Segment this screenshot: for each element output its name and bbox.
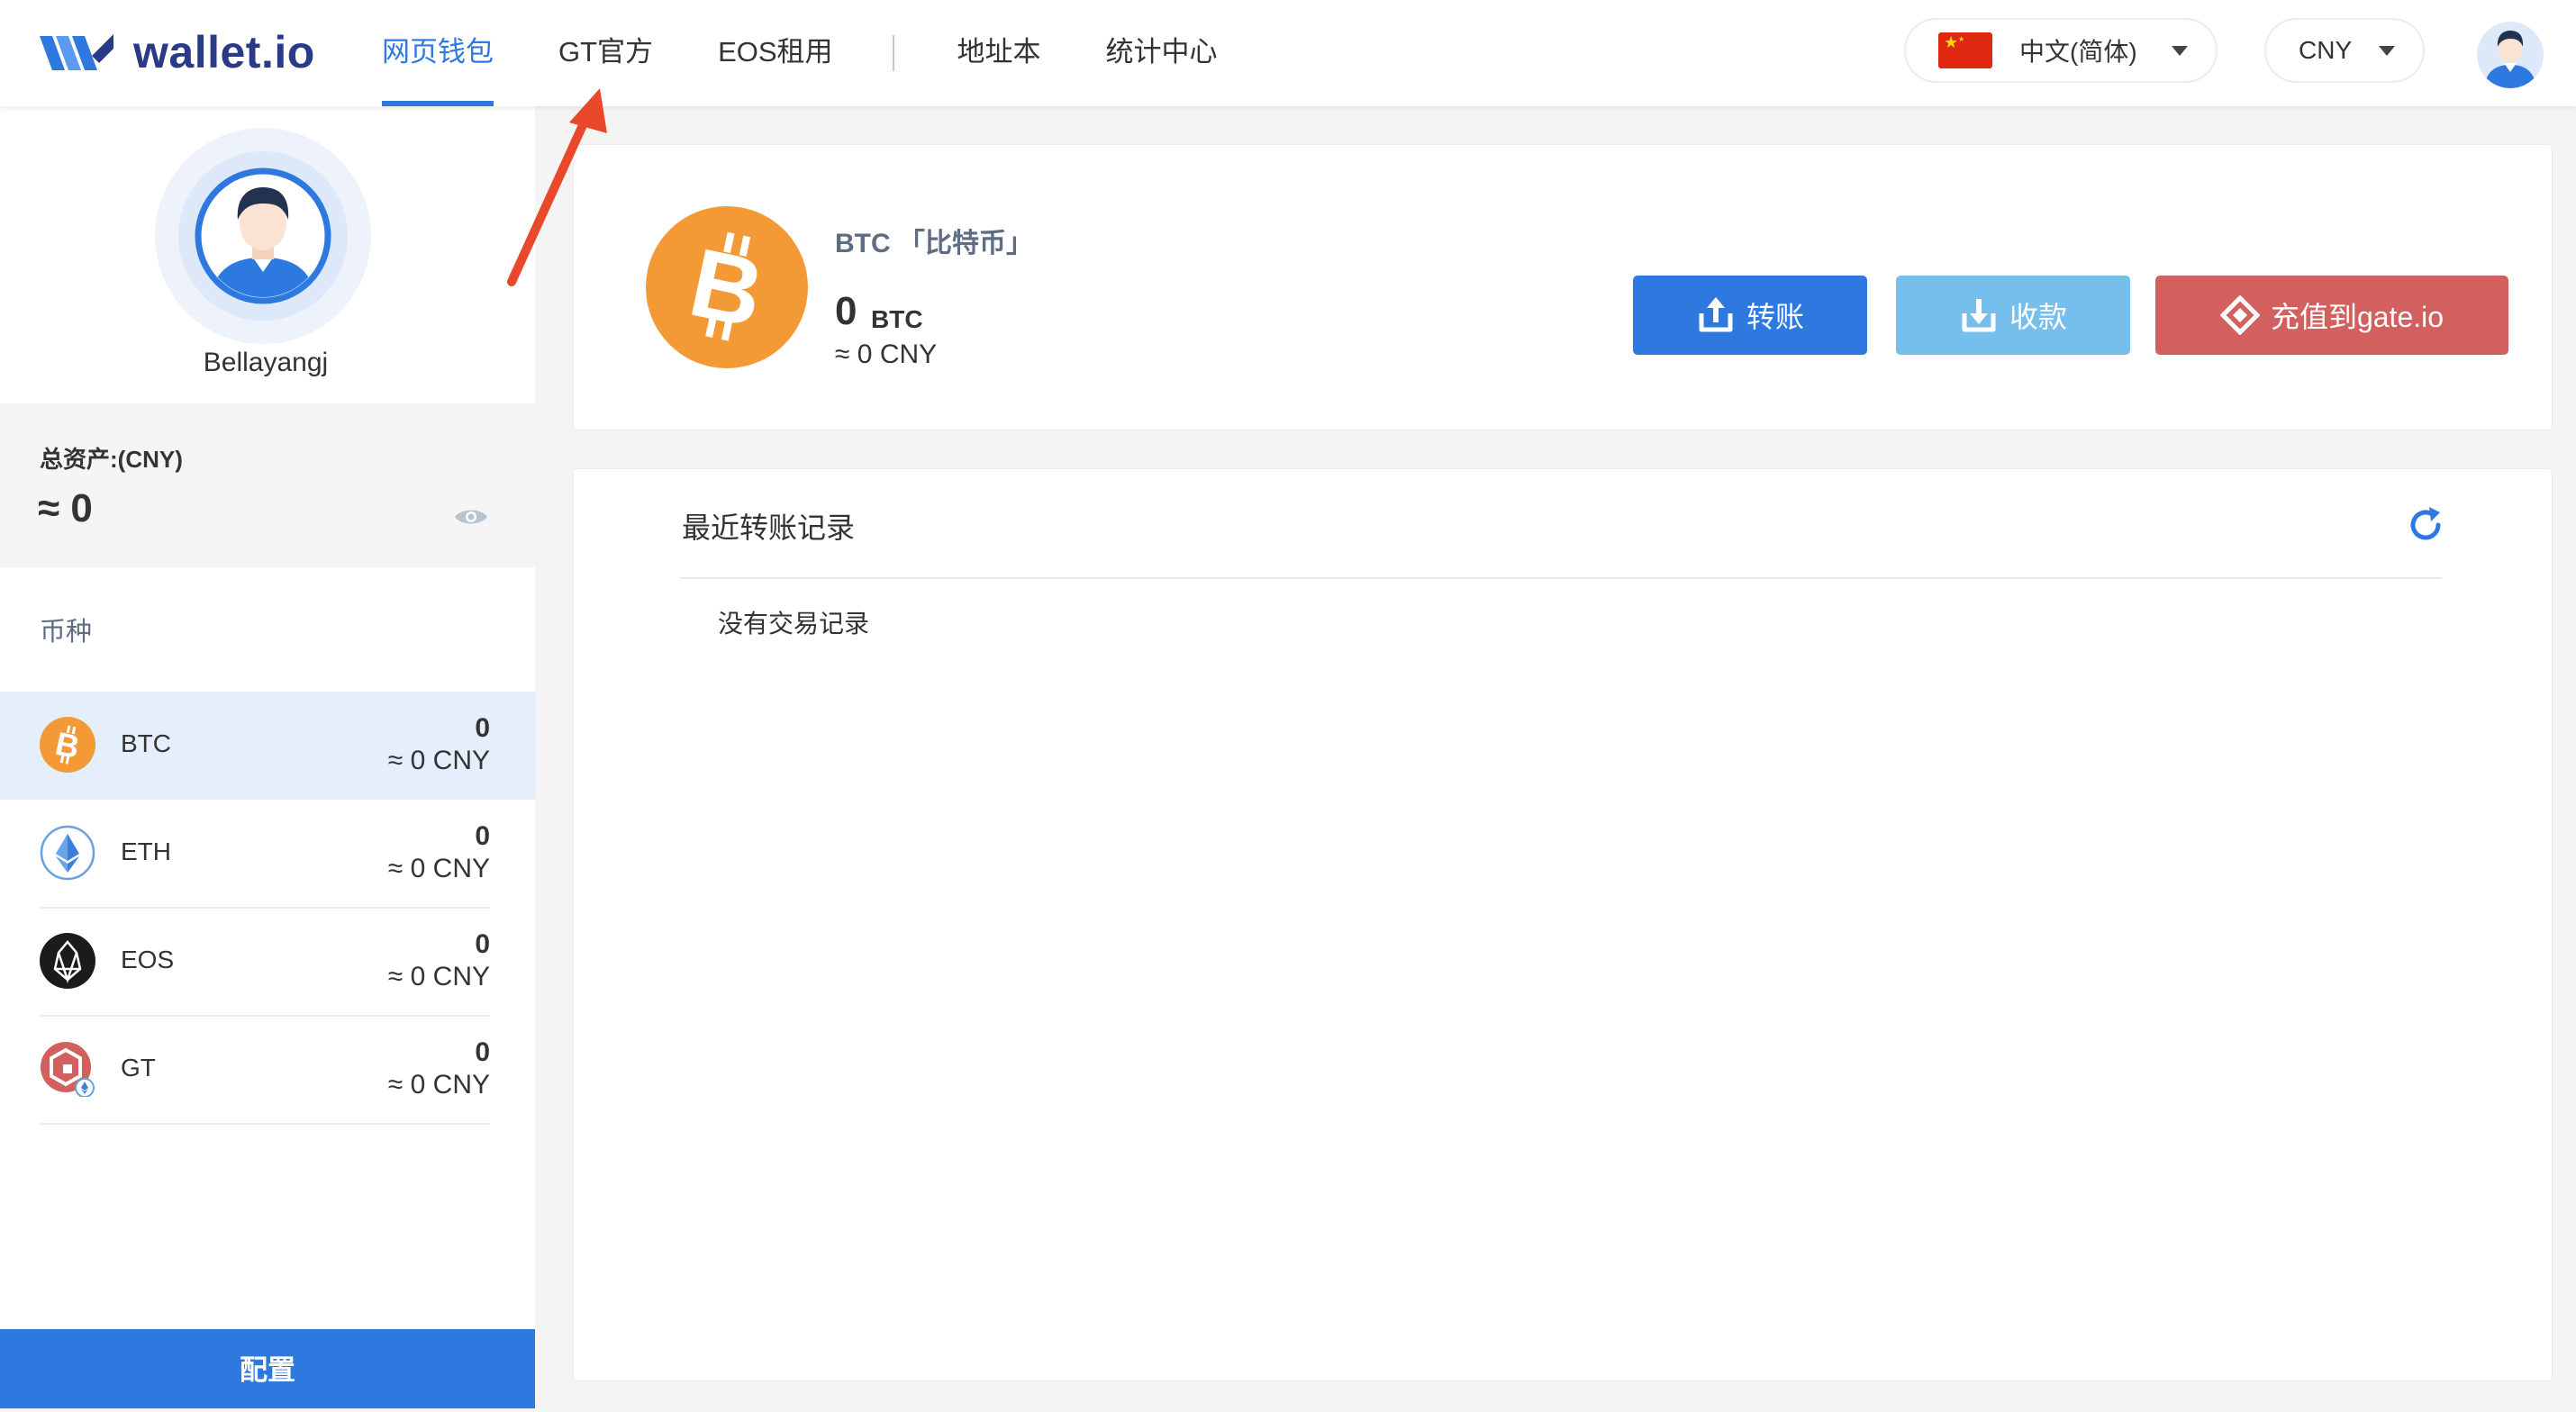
wallet-logo[interactable]: wallet.io: [40, 27, 315, 77]
ethereum-icon: [40, 825, 95, 881]
coin-item-btc[interactable]: B BTC 0 ≈ 0 CNY: [0, 692, 535, 800]
coin-full-name: BTC 「比特币」: [835, 229, 1033, 258]
nav-address-book[interactable]: 地址本: [957, 0, 1041, 106]
receive-label: 收款: [2009, 301, 2067, 333]
coin-balance-unit: BTC: [871, 305, 923, 333]
profile-avatar: [155, 128, 371, 344]
coin-cny-value: ≈ 0 CNY: [387, 962, 490, 991]
currency-label: CNY: [2299, 36, 2353, 64]
eos-icon: [40, 933, 95, 989]
coin-cny-value: ≈ 0 CNY: [387, 746, 490, 775]
gate-logo-icon: [2219, 295, 2260, 335]
language-select[interactable]: ★ ★ 中文(简体): [1904, 18, 2218, 83]
china-flag-icon: ★ ★: [1938, 32, 1992, 68]
logo-text: wallet.io: [133, 27, 315, 77]
user-avatar-icon: [195, 167, 331, 304]
coin-amount: 0: [475, 713, 490, 743]
transfer-button[interactable]: 转账: [1633, 276, 1867, 355]
coin-item-eth[interactable]: ETH 0 ≈ 0 CNY: [0, 800, 535, 909]
user-avatar-button[interactable]: [2477, 22, 2544, 88]
refresh-icon[interactable]: [2406, 505, 2445, 545]
recent-transfers-title: 最近转账记录: [682, 511, 856, 544]
total-assets-value: ≈ 0: [38, 486, 93, 530]
nav-statistics[interactable]: 统计中心: [1106, 0, 1218, 106]
profile-section: Bellayangj: [0, 106, 535, 403]
bitcoin-icon: B: [40, 717, 95, 773]
recent-transfers-card: 最近转账记录 没有交易记录: [573, 468, 2553, 1381]
coin-amount: 0: [475, 821, 490, 851]
wallet-logo-icon: [40, 34, 113, 70]
deposit-to-gate-button[interactable]: 充值到gate.io: [2155, 276, 2508, 355]
divider: [680, 577, 2442, 579]
username: Bellayangj: [203, 348, 329, 377]
top-navigation-bar: wallet.io 网页钱包 GT官方 EOS租用 地址本 统计中心 ★ ★ 中文…: [0, 0, 2576, 106]
transfer-label: 转账: [1746, 301, 1804, 333]
nav-divider: [892, 35, 894, 71]
coin-item-gt[interactable]: GT 0 ≈ 0 CNY: [0, 1016, 535, 1125]
chevron-down-icon: [2171, 45, 2188, 56]
gatetoken-icon: [41, 1042, 95, 1097]
coin-amount: 0: [475, 1037, 490, 1067]
coin-symbol: GT: [121, 1054, 156, 1082]
receive-button[interactable]: 收款: [1896, 276, 2130, 355]
coin-symbol: EOS: [121, 946, 175, 973]
nav-web-wallet[interactable]: 网页钱包: [382, 0, 494, 106]
coin-symbol: BTC: [121, 729, 171, 757]
currency-select[interactable]: CNY: [2264, 18, 2425, 83]
bitcoin-icon: B: [646, 206, 808, 368]
eye-icon[interactable]: [454, 506, 488, 528]
annotation-arrow: [507, 88, 607, 286]
language-label: 中文(简体): [2019, 38, 2137, 66]
coin-balance-cny: ≈ 0 CNY: [835, 339, 938, 369]
coin-amount: 0: [475, 929, 490, 959]
upload-icon: [1699, 297, 1733, 332]
coins-section-title: 币种: [40, 618, 93, 647]
deposit-to-gate-label: 充值到gate.io: [2270, 301, 2444, 333]
total-assets-panel: 总资产:(CNY) ≈ 0: [0, 403, 535, 567]
empty-records-message: 没有交易记录: [718, 610, 870, 638]
nav-eos-rent[interactable]: EOS租用: [718, 0, 832, 106]
coin-symbol: ETH: [121, 837, 171, 865]
sidebar: Bellayangj 总资产:(CNY) ≈ 0 币种 B BTC 0 ≈ 0 …: [0, 106, 535, 1408]
download-icon: [1962, 299, 1996, 332]
coin-detail-card: B BTC 「比特币」 0 BTC ≈ 0 CNY 转账 收款 充值到gate.…: [573, 144, 2553, 430]
coin-cny-value: ≈ 0 CNY: [387, 854, 490, 883]
coin-balance: 0: [835, 289, 857, 333]
total-assets-label: 总资产:(CNY): [40, 446, 183, 473]
user-avatar-icon: [2477, 22, 2544, 88]
chevron-down-icon: [2379, 45, 2396, 56]
coin-item-eos[interactable]: EOS 0 ≈ 0 CNY: [0, 908, 535, 1017]
config-button[interactable]: 配置: [0, 1329, 535, 1408]
coin-cny-value: ≈ 0 CNY: [387, 1070, 490, 1100]
